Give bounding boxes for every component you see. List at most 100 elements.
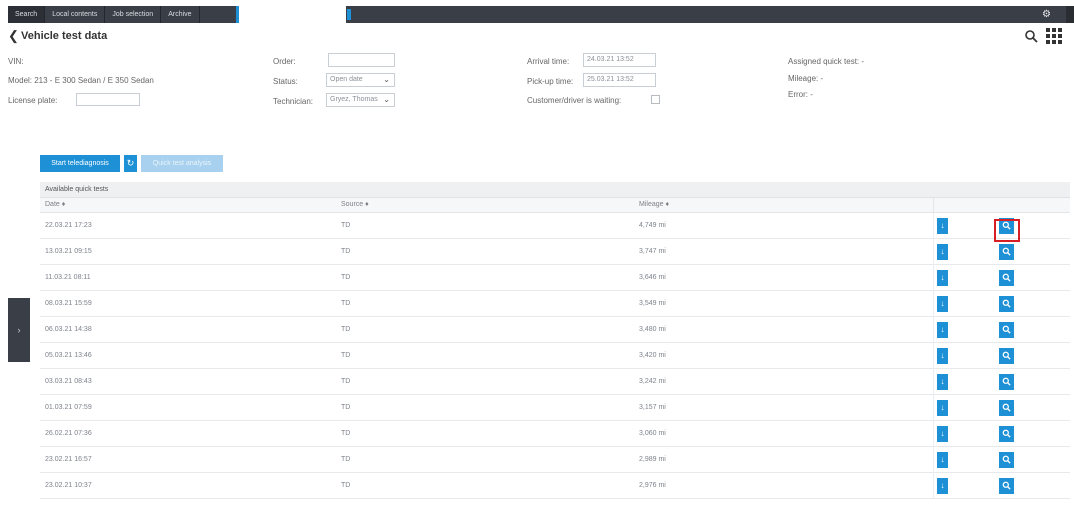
vin-label: VIN: (8, 57, 24, 66)
date-cell: 08.03.21 15:59 (45, 300, 92, 307)
chevron-left-icon[interactable]: ❮ (8, 28, 19, 44)
column-date-label: Date (45, 201, 60, 208)
page-header: ❮ Vehicle test data (8, 28, 1068, 46)
tab-local-contents[interactable]: Local contents (45, 6, 106, 23)
table-row[interactable]: 06.03.21 14:38 TD 3,480 mi ↓ (40, 317, 1070, 343)
download-icon[interactable]: ↓ (937, 452, 948, 468)
mileage-cell: 3,646 mi (639, 274, 666, 281)
column-date[interactable]: Date ♦ (45, 201, 65, 208)
start-telediagnosis-button[interactable]: Start telediagnosis (40, 155, 120, 172)
mileage-cell: 4,749 mi (639, 222, 666, 229)
table-row[interactable]: 13.03.21 09:15 TD 3,747 mi ↓ (40, 239, 1070, 265)
column-mileage-label: Mileage (639, 201, 664, 208)
chevron-down-icon: ⌄ (383, 75, 390, 84)
source-cell: TD (341, 326, 351, 333)
side-panel-toggle[interactable]: › (8, 298, 30, 362)
tab-archive[interactable]: Archive (161, 6, 200, 23)
table-row[interactable]: 22.03.21 17:23 TD 4,749 mi ↓ (40, 213, 1070, 239)
column-divider (933, 395, 934, 421)
quick-tests-table: Available quick tests Date ♦ Source ♦ Mi… (40, 182, 1070, 502)
tab-search[interactable]: Search (8, 6, 46, 23)
download-icon[interactable]: ↓ (937, 348, 948, 364)
column-divider (933, 369, 934, 395)
download-icon[interactable]: ↓ (937, 296, 948, 312)
table-row[interactable]: 11.03.21 08:11 TD 3,646 mi ↓ (40, 265, 1070, 291)
table-row[interactable]: 23.02.21 16:57 TD 2,989 mi ↓ (40, 447, 1070, 473)
mileage-cell: 2,976 mi (639, 482, 666, 489)
search-icon[interactable] (999, 400, 1014, 416)
technician-label: Technician: (273, 97, 314, 106)
license-plate-input[interactable] (76, 93, 140, 106)
download-icon[interactable]: ↓ (937, 400, 948, 416)
arrival-time-input[interactable]: 24.03.21 13:52 (583, 53, 656, 67)
date-cell: 03.03.21 08:43 (45, 378, 92, 385)
pickup-time-input[interactable]: 25.03.21 13:52 (583, 73, 656, 87)
download-icon[interactable]: ↓ (937, 218, 948, 234)
technician-select[interactable]: Gryez, Thomas ⌄ (326, 93, 395, 107)
status-select[interactable]: Open date ⌄ (326, 73, 395, 87)
refresh-icon[interactable]: ↻ (124, 155, 137, 172)
source-cell: TD (341, 456, 351, 463)
source-cell: TD (341, 248, 351, 255)
highlight-box (994, 219, 1020, 242)
table-row[interactable]: 03.03.21 08:43 TD 3,242 mi ↓ (40, 369, 1070, 395)
search-icon[interactable] (999, 270, 1014, 286)
search-icon[interactable] (999, 322, 1014, 338)
column-divider (933, 317, 934, 343)
table-header: Date ♦ Source ♦ Mileage ♦ (40, 198, 1070, 213)
page-title: Vehicle test data (21, 30, 108, 42)
table-row[interactable]: 23.02.21 10:37 TD 2,976 mi ↓ (40, 473, 1070, 499)
search-icon[interactable] (999, 426, 1014, 442)
technician-value: Gryez, Thomas (330, 96, 378, 103)
column-divider (933, 239, 934, 265)
mileage-cell: 3,480 mi (639, 326, 666, 333)
date-cell: 23.02.21 10:37 (45, 482, 92, 489)
download-icon[interactable]: ↓ (937, 374, 948, 390)
column-divider (933, 213, 934, 239)
active-tab-marker (347, 9, 351, 20)
search-icon[interactable] (999, 478, 1014, 494)
grid-icon[interactable] (1046, 28, 1062, 44)
pickup-time-label: Pick-up time: (527, 77, 574, 86)
table-row[interactable]: 26.02.21 07:36 TD 3,060 mi ↓ (40, 421, 1070, 447)
source-cell: TD (341, 300, 351, 307)
date-cell: 06.03.21 14:38 (45, 326, 92, 333)
search-icon[interactable] (999, 296, 1014, 312)
column-divider (933, 265, 934, 291)
download-icon[interactable]: ↓ (937, 426, 948, 442)
gear-icon[interactable]: ⚙ (1041, 9, 1052, 20)
search-icon[interactable] (999, 374, 1014, 390)
download-icon[interactable]: ↓ (937, 270, 948, 286)
date-cell: 11.03.21 08:11 (45, 274, 91, 281)
column-mileage[interactable]: Mileage ♦ (639, 201, 669, 208)
date-cell: 01.03.21 07:59 (45, 404, 92, 411)
source-cell: TD (341, 378, 351, 385)
mileage-summary: Mileage: - (788, 74, 824, 83)
waiting-label: Customer/driver is waiting: (527, 96, 622, 105)
date-cell: 26.02.21 07:36 (45, 430, 92, 437)
search-icon[interactable] (999, 452, 1014, 468)
mileage-cell: 3,747 mi (639, 248, 666, 255)
table-row[interactable]: 08.03.21 15:59 TD 3,549 mi ↓ (40, 291, 1070, 317)
table-row[interactable]: 01.03.21 07:59 TD 3,157 mi ↓ (40, 395, 1070, 421)
search-icon[interactable] (1024, 29, 1038, 43)
table-row[interactable]: 05.03.21 13:46 TD 3,420 mi ↓ (40, 343, 1070, 369)
search-icon[interactable] (999, 244, 1014, 260)
waiting-checkbox[interactable] (651, 95, 660, 104)
arrival-time-label: Arrival time: (527, 57, 570, 66)
column-source[interactable]: Source ♦ (341, 201, 369, 208)
tab-job-selection[interactable]: Job selection (105, 6, 162, 23)
download-icon[interactable]: ↓ (937, 478, 948, 494)
download-icon[interactable]: ↓ (937, 244, 948, 260)
quick-test-analysis-button[interactable]: Quick test analysis (141, 155, 223, 172)
source-cell: TD (341, 222, 351, 229)
assigned-quick-test: Assigned quick test: - (788, 57, 865, 66)
date-cell: 23.02.21 16:57 (45, 456, 92, 463)
order-input[interactable] (328, 53, 395, 67)
mileage-cell: 2,989 mi (639, 456, 666, 463)
download-icon[interactable]: ↓ (937, 322, 948, 338)
chevron-down-icon: ⌄ (383, 95, 390, 104)
search-icon[interactable] (999, 348, 1014, 364)
column-divider (933, 291, 934, 317)
column-source-label: Source (341, 201, 364, 208)
